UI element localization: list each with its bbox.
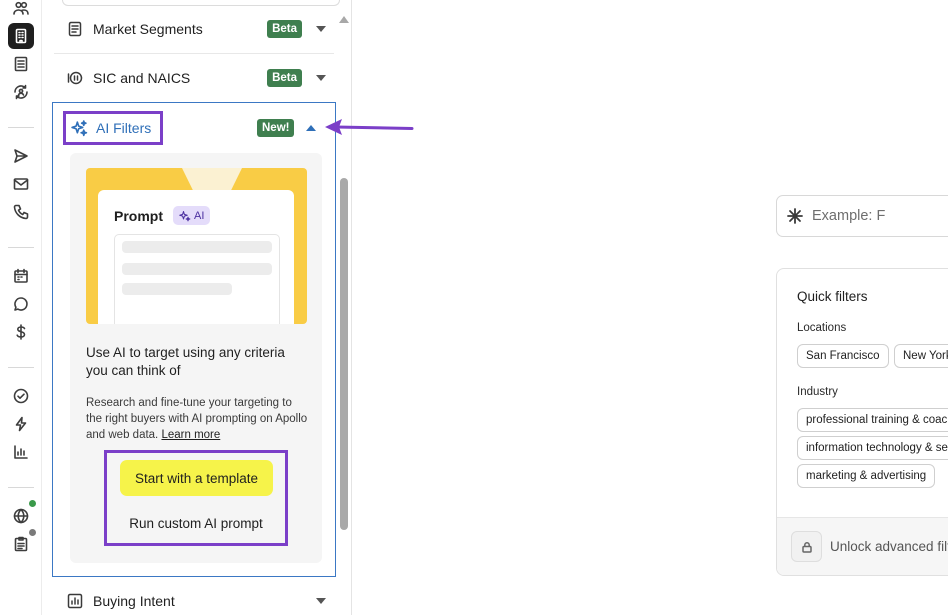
chevron-down-icon[interactable] — [316, 25, 326, 32]
industry-label: Industry — [797, 386, 838, 398]
globe-icon[interactable] — [8, 503, 34, 529]
filter-label: SIC and NAICS — [93, 69, 191, 86]
ai-search-box[interactable] — [776, 195, 948, 237]
phone-icon[interactable] — [8, 199, 34, 225]
locations-label: Locations — [797, 322, 847, 334]
ai-card-heading: Use AI to target using any criteria you … — [86, 345, 285, 378]
filter-label: AI Filters — [96, 120, 152, 136]
icon-rail — [0, 0, 42, 615]
chip-location[interactable]: New York — [894, 344, 948, 368]
skeleton-line — [122, 241, 272, 253]
start-with-template-button[interactable]: Start with a template — [120, 460, 273, 496]
filter-label: Buying Intent — [93, 593, 175, 609]
filter-sic-naics[interactable]: SIC and NAICS Beta — [54, 53, 334, 103]
filter-market-segments[interactable]: Market Segments Beta — [54, 4, 334, 54]
run-custom-ai-prompt-button[interactable]: Run custom AI prompt — [107, 511, 285, 535]
beta-badge: Beta — [267, 68, 302, 87]
chip-industry[interactable]: marketing & advertising — [797, 464, 936, 488]
skeleton-line — [122, 283, 232, 295]
chip-industry[interactable]: information technology & services — [797, 436, 948, 460]
quick-filters-title: Quick filters — [797, 289, 868, 304]
dollar-icon[interactable] — [8, 319, 34, 345]
chat-icon[interactable] — [8, 291, 34, 317]
bar-chart-icon[interactable] — [8, 439, 34, 465]
illustration-paper: Prompt AI — [98, 190, 294, 324]
chevron-up-icon[interactable] — [306, 125, 316, 131]
rail-divider — [8, 247, 34, 248]
document-list-icon — [66, 20, 84, 38]
ai-pill: AI — [173, 206, 211, 225]
building-icon[interactable] — [8, 23, 34, 49]
calendar-icon[interactable] — [8, 263, 34, 289]
status-dot-green — [29, 500, 36, 507]
rail-divider — [8, 367, 34, 368]
filter-ai-filters-expanded: AI Filters New! Prompt AI Use AI to targ… — [52, 102, 336, 577]
filter-label: Market Segments — [93, 20, 203, 37]
chip-location[interactable]: San Francisco — [797, 344, 889, 368]
unlock-filters-footer[interactable]: Unlock advanced filters — [777, 517, 948, 575]
cta-highlight-box: Start with a template Run custom AI prom… — [104, 450, 288, 546]
send-icon[interactable] — [8, 143, 34, 169]
prompt-title: Prompt — [114, 208, 163, 224]
quick-filters-card: Quick filters Locations San Francisco Ne… — [776, 268, 948, 576]
people-icon[interactable] — [8, 0, 34, 21]
unlock-advanced-filters-text: Unlock advanced filters — [830, 539, 948, 554]
ai-prompt-card: Prompt AI Use AI to target using any cri… — [70, 153, 322, 563]
rail-divider — [8, 127, 34, 128]
skeleton-line — [122, 263, 272, 275]
scroll-up-arrow[interactable] — [339, 16, 349, 23]
filter-buying-intent[interactable]: Buying Intent — [54, 576, 334, 615]
annotation-arrow — [325, 119, 414, 135]
bar-chart-icon — [66, 592, 84, 610]
sparkle-icon — [179, 210, 191, 221]
chevron-down-icon[interactable] — [316, 598, 326, 604]
refresh-person-icon[interactable] — [8, 79, 34, 105]
ai-filters-header-highlight[interactable]: AI Filters — [63, 111, 163, 145]
search-input[interactable] — [812, 208, 948, 224]
prompt-illustration: Prompt AI — [86, 168, 307, 324]
chevron-down-icon[interactable] — [316, 74, 326, 81]
check-circle-icon[interactable] — [8, 383, 34, 409]
code-search-icon — [66, 69, 84, 87]
illustration-notch — [182, 168, 242, 190]
mail-icon[interactable] — [8, 171, 34, 197]
filter-panel: Market Segments Beta SIC and NAICS Beta … — [42, 0, 352, 615]
lightning-icon[interactable] — [8, 411, 34, 437]
sparkle-icon — [71, 119, 88, 137]
beta-badge: Beta — [267, 19, 302, 38]
ai-pill-label: AI — [194, 209, 205, 222]
ai-card-description: Research and fine-tune your targeting to… — [86, 395, 308, 443]
learn-more-link[interactable]: Learn more — [161, 429, 220, 441]
chip-industry[interactable]: professional training & coaching — [797, 408, 948, 432]
rail-divider — [8, 487, 34, 488]
scrollbar-thumb[interactable] — [340, 178, 348, 530]
new-badge: New! — [257, 119, 295, 137]
status-dot-gray — [29, 529, 36, 536]
app-root: Market Segments Beta SIC and NAICS Beta … — [0, 0, 948, 615]
skeleton-input — [114, 234, 280, 324]
lock-icon — [791, 531, 822, 562]
spark-burst-icon — [787, 208, 803, 224]
list-icon[interactable] — [8, 51, 34, 77]
